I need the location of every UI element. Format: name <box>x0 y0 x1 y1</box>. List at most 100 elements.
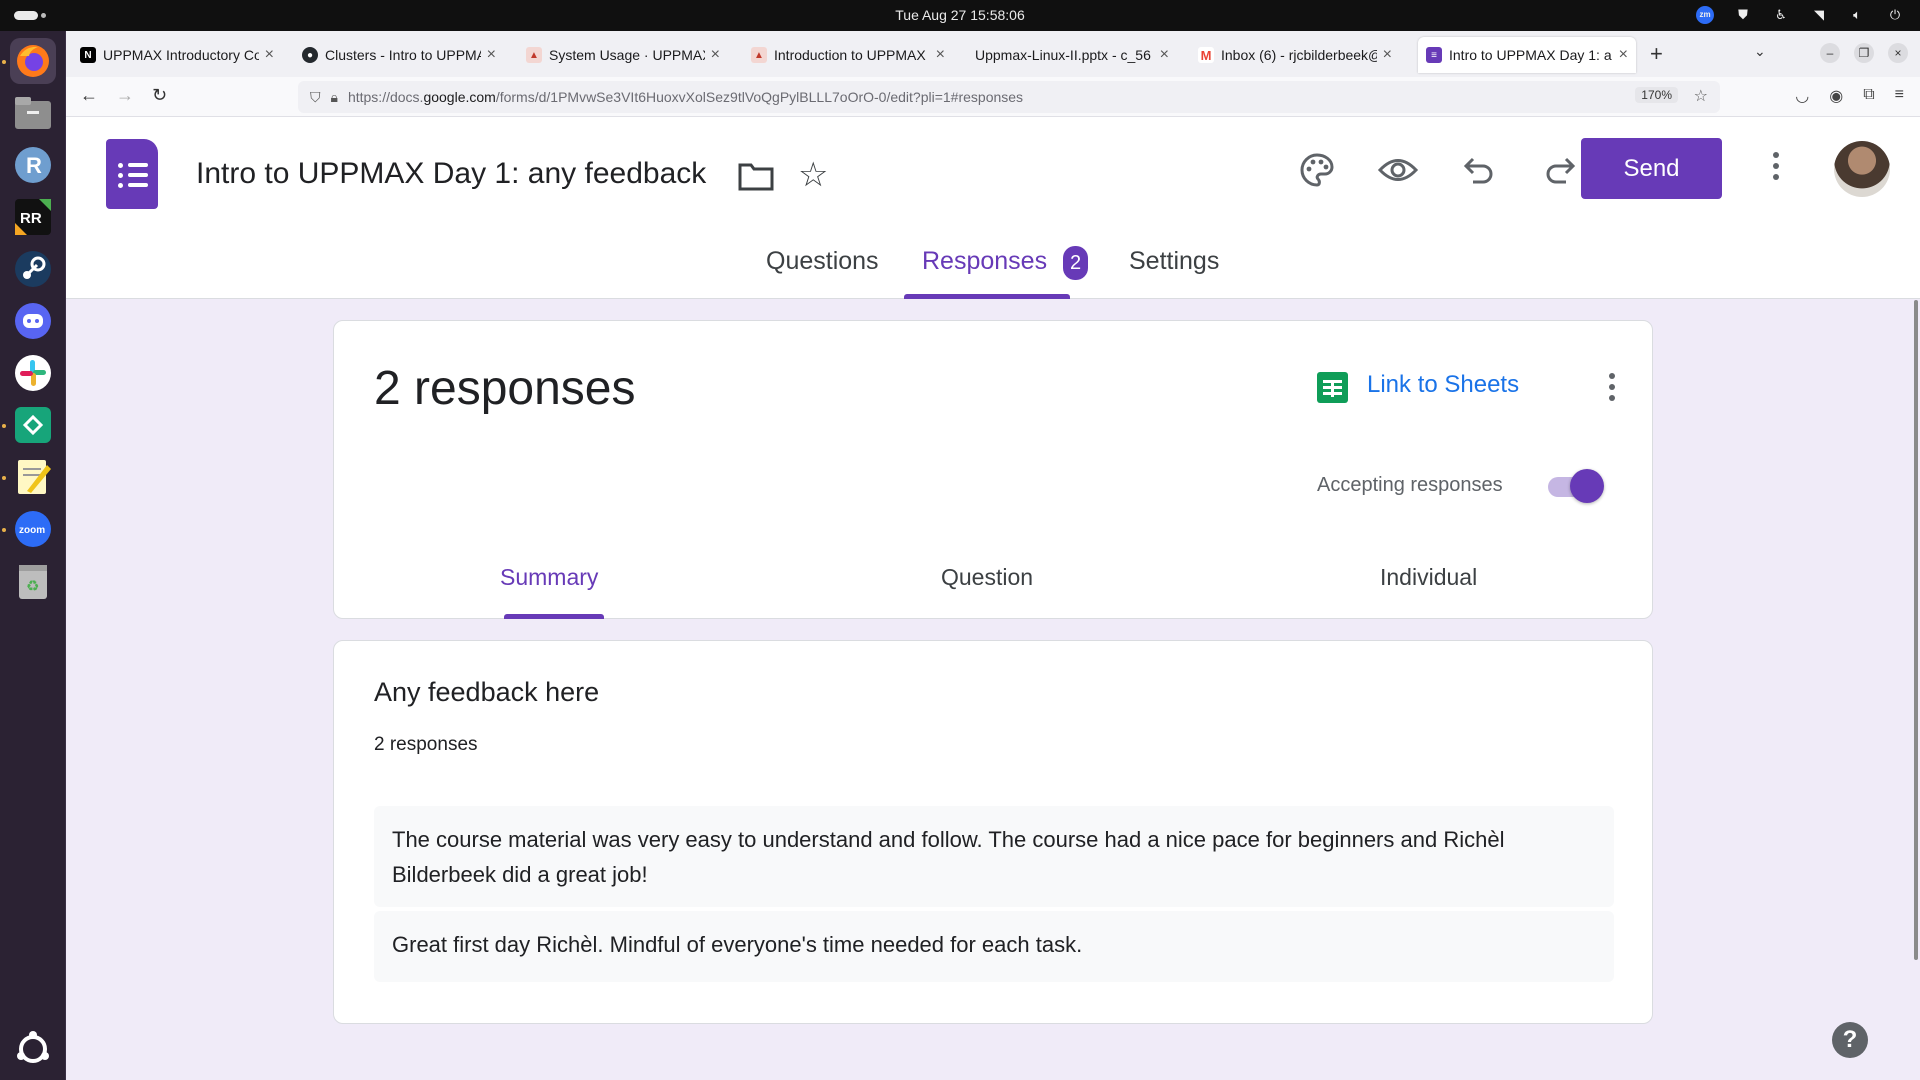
browser-tab[interactable]: ▲ Introduction to UPPMAX × <box>743 37 953 73</box>
close-tab-icon[interactable]: × <box>1160 46 1169 64</box>
browser-tab[interactable]: M Inbox (6) - rjcbilderbeek@ × <box>1190 37 1400 73</box>
show-apps-icon[interactable] <box>10 1026 56 1072</box>
accepting-responses-toggle[interactable] <box>1548 469 1606 503</box>
undo-icon[interactable] <box>1455 152 1503 200</box>
new-tab-button[interactable]: + <box>1650 41 1663 67</box>
folder-icon[interactable] <box>738 161 774 198</box>
bookmark-star-icon[interactable]: ☆ <box>1694 86 1708 106</box>
trash-icon[interactable]: ♻ <box>10 558 56 604</box>
subtab-question[interactable]: Question <box>941 564 1033 591</box>
back-icon[interactable]: ← <box>80 85 98 106</box>
browser-nav-bar: ← → ↻ ⛉ 🔒︎ https://docs. google.com/forms… <box>66 77 1920 117</box>
browser-tab[interactable]: ▲ System Usage · UPPMAX × <box>518 37 728 73</box>
tracking-shield-icon[interactable]: ⛉ <box>310 89 321 106</box>
browser-tab[interactable]: Uppmax-Linux-II.pptx - c_56 × <box>967 37 1177 73</box>
wifi-icon[interactable]: ◥ <box>1810 6 1828 24</box>
power-icon[interactable]: ⏻ <box>1886 6 1904 24</box>
star-icon[interactable]: ☆ <box>798 155 828 195</box>
logo-dot <box>118 163 123 168</box>
tab-questions[interactable]: Questions <box>766 247 879 276</box>
editor-running-dot <box>2 476 6 480</box>
form-title[interactable]: Intro to UPPMAX Day 1: any feedback <box>196 157 706 191</box>
steam-icon[interactable] <box>10 246 56 292</box>
svg-text:♻: ♻ <box>26 577 39 595</box>
browser-tab[interactable]: ● Clusters - Intro to UPPMA × <box>294 37 504 73</box>
toggle-knob <box>1570 469 1604 503</box>
subtab-individual[interactable]: Individual <box>1380 564 1477 591</box>
minimize-icon[interactable]: – <box>1820 43 1840 63</box>
tab-responses[interactable]: Responses <box>922 247 1047 276</box>
zoom-app-icon[interactable]: zoom <box>10 506 56 552</box>
responses-more-icon[interactable] <box>1609 373 1615 401</box>
palette-icon[interactable] <box>1293 152 1341 200</box>
lock-icon[interactable]: 🔒︎ <box>331 89 338 106</box>
browser-tab[interactable]: N UPPMAX Introductory Co × <box>72 37 282 73</box>
close-tab-icon[interactable]: × <box>265 46 274 64</box>
forms-header: Intro to UPPMAX Day 1: any feedback ☆ Se… <box>66 117 1920 299</box>
firefox-icon[interactable] <box>10 38 56 84</box>
google-forms-logo-icon[interactable] <box>106 139 158 209</box>
forward-icon[interactable]: → <box>116 85 134 106</box>
list-all-tabs-icon[interactable]: ⌄ <box>1754 43 1766 60</box>
help-button[interactable]: ? <box>1832 1022 1868 1058</box>
close-tab-icon[interactable]: × <box>711 46 720 64</box>
files-icon[interactable] <box>10 90 56 136</box>
system-top-bar: Tue Aug 27 15:58:06 zm ⛊ ♿ ◥ 🔈︎ ⏻ <box>0 0 1920 31</box>
close-tab-icon[interactable]: × <box>487 46 496 64</box>
response-count: 2 responses <box>374 362 636 415</box>
question-summary-card: Any feedback here 2 responses The course… <box>333 640 1653 1024</box>
responses-page: 2 responses Link to Sheets Accepting res… <box>66 299 1920 1080</box>
redo-icon[interactable] <box>1536 152 1584 200</box>
sync-app-icon[interactable] <box>10 402 56 448</box>
text-editor-icon[interactable] <box>10 454 56 500</box>
pocket-icon[interactable]: ◡ <box>1795 86 1809 106</box>
uppmax-icon: ▲ <box>751 47 767 63</box>
send-button[interactable]: Send <box>1581 138 1722 199</box>
zoom-running-dot <box>2 528 6 532</box>
tab-title: UPPMAX Introductory Co <box>103 47 259 63</box>
firefox-running-dot <box>2 60 6 64</box>
notion-icon: N <box>80 47 96 63</box>
responses-summary-card: 2 responses Link to Sheets Accepting res… <box>333 320 1653 619</box>
close-tab-icon[interactable]: × <box>936 46 945 64</box>
rstudio-rr-icon[interactable]: RR <box>10 194 56 240</box>
r-icon[interactable]: R <box>10 142 56 188</box>
volume-icon[interactable]: 🔈︎ <box>1848 6 1866 24</box>
active-subtab-indicator <box>504 614 604 619</box>
subtab-summary[interactable]: Summary <box>500 564 598 591</box>
list-item: The course material was very easy to und… <box>374 806 1614 907</box>
logo-dot <box>118 173 123 178</box>
browser-tab-active[interactable]: ≡ Intro to UPPMAX Day 1: a × <box>1418 37 1636 73</box>
page-scrollbar[interactable] <box>1914 300 1918 960</box>
account-icon[interactable]: ◉ <box>1829 86 1843 106</box>
sheets-icon[interactable] <box>1317 372 1348 403</box>
reload-icon[interactable]: ↻ <box>152 85 167 106</box>
restore-icon[interactable]: ❐ <box>1854 43 1874 63</box>
menu-icon[interactable]: ≡ <box>1895 86 1904 106</box>
avatar[interactable] <box>1834 141 1890 197</box>
dock: R RR zoom ♻ <box>0 31 66 1080</box>
close-tab-icon[interactable]: × <box>1619 46 1628 64</box>
zoom-tray-icon[interactable]: zm <box>1696 6 1714 24</box>
close-window-icon[interactable]: × <box>1888 43 1908 63</box>
more-options-icon[interactable] <box>1764 152 1788 192</box>
system-clock[interactable]: Tue Aug 27 15:58:06 <box>0 7 1920 23</box>
zoom-level[interactable]: 170% <box>1635 87 1678 103</box>
slack-icon[interactable] <box>10 350 56 396</box>
system-tray[interactable]: zm ⛊ ♿ ◥ 🔈︎ ⏻ <box>1696 6 1904 24</box>
discord-icon[interactable] <box>10 298 56 344</box>
preview-eye-icon[interactable] <box>1374 152 1422 200</box>
tab-title: Inbox (6) - rjcbilderbeek@ <box>1221 47 1377 63</box>
extensions-icon[interactable]: ⧉ <box>1863 86 1874 106</box>
address-bar[interactable]: ⛉ 🔒︎ https://docs. google.com/forms/d/1PM… <box>298 81 1720 113</box>
close-tab-icon[interactable]: × <box>1383 46 1392 64</box>
tab-settings[interactable]: Settings <box>1129 247 1219 276</box>
link-to-sheets-button[interactable]: Link to Sheets <box>1367 371 1519 399</box>
accessibility-icon[interactable]: ♿ <box>1772 6 1790 24</box>
logo-dot <box>118 183 123 188</box>
github-icon: ● <box>302 47 318 63</box>
uppmax-icon: ▲ <box>526 47 542 63</box>
shield-tray-icon[interactable]: ⛊ <box>1734 6 1752 24</box>
browser-tab-bar: N UPPMAX Introductory Co × ● Clusters - … <box>66 31 1920 77</box>
svg-text:RR: RR <box>20 210 42 227</box>
